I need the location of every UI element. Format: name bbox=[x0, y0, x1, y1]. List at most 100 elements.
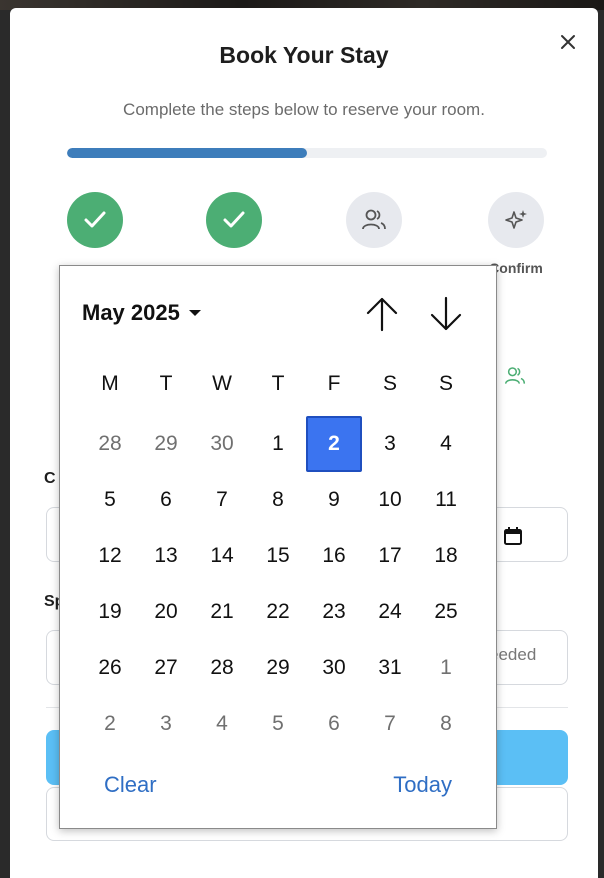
calendar-day[interactable]: 9 bbox=[306, 472, 362, 528]
calendar-day[interactable]: 4 bbox=[194, 696, 250, 752]
calendar-day[interactable]: 6 bbox=[138, 472, 194, 528]
calendar-day-number: 6 bbox=[160, 488, 172, 511]
calendar-day-number: 3 bbox=[160, 712, 172, 735]
calendar-day-number: 28 bbox=[210, 656, 234, 679]
month-year-selector[interactable]: May 2025 bbox=[82, 300, 202, 326]
calendar-day-selected[interactable]: 2 bbox=[306, 416, 362, 472]
calendar-day-number: 29 bbox=[266, 656, 290, 679]
calendar-day[interactable]: 19 bbox=[82, 584, 138, 640]
step-3-indicator[interactable] bbox=[346, 192, 402, 248]
calendar-day-number: 17 bbox=[378, 544, 402, 567]
calendar-day-number: 11 bbox=[435, 488, 457, 511]
weekday-label: W bbox=[212, 372, 232, 395]
calendar-day[interactable]: 30 bbox=[306, 640, 362, 696]
calendar-day[interactable]: 23 bbox=[306, 584, 362, 640]
calendar-day[interactable]: 1 bbox=[250, 416, 306, 472]
calendar-day-number: 2 bbox=[104, 712, 116, 735]
calendar-day[interactable]: 4 bbox=[418, 416, 474, 472]
calendar-day[interactable]: 29 bbox=[250, 640, 306, 696]
calendar-day-number: 18 bbox=[434, 544, 458, 567]
calendar-day[interactable]: 25 bbox=[418, 584, 474, 640]
calendar-day-number: 15 bbox=[266, 544, 290, 567]
calendar-day[interactable]: 15 bbox=[250, 528, 306, 584]
calendar-day-number: 9 bbox=[328, 488, 340, 511]
calendar-day-number: 27 bbox=[154, 656, 178, 679]
step-4-indicator[interactable] bbox=[488, 192, 544, 248]
weekday-label: T bbox=[159, 372, 173, 395]
weekday-label: T bbox=[271, 372, 285, 395]
calendar-day[interactable]: 26 bbox=[82, 640, 138, 696]
calendar-day[interactable]: 29 bbox=[138, 416, 194, 472]
calendar-day-number: 7 bbox=[216, 488, 228, 511]
calendar-day[interactable]: 14 bbox=[194, 528, 250, 584]
calendar-day[interactable]: 8 bbox=[250, 472, 306, 528]
calendar-day-number: 22 bbox=[266, 600, 290, 623]
calendar-day-number: 19 bbox=[98, 600, 122, 623]
step-2-indicator[interactable] bbox=[206, 192, 262, 248]
today-button[interactable]: Today bbox=[393, 772, 452, 798]
picker-footer: Clear Today bbox=[60, 772, 496, 802]
calendar-day[interactable]: 1 bbox=[418, 640, 474, 696]
calendar-day[interactable]: 11 bbox=[418, 472, 474, 528]
calendar-day-number: 31 bbox=[378, 656, 402, 679]
calendar-day-number: 13 bbox=[154, 544, 178, 567]
calendar-day[interactable]: 5 bbox=[250, 696, 306, 752]
calendar-day[interactable]: 21 bbox=[194, 584, 250, 640]
progress-bar-fill bbox=[67, 148, 307, 158]
calendar-day[interactable]: 24 bbox=[362, 584, 418, 640]
weekday-label: S bbox=[438, 372, 453, 395]
calendar-day[interactable]: 17 bbox=[362, 528, 418, 584]
calendar-day-number: 23 bbox=[322, 600, 346, 623]
check-icon bbox=[223, 211, 245, 228]
calendar-day[interactable]: 22 bbox=[250, 584, 306, 640]
calendar-day[interactable]: 7 bbox=[194, 472, 250, 528]
calendar-day[interactable]: 6 bbox=[306, 696, 362, 752]
progress-bar bbox=[67, 148, 547, 158]
caret-down-icon bbox=[188, 310, 201, 316]
calendar-day-number: 20 bbox=[154, 600, 178, 623]
calendar-icon[interactable] bbox=[503, 526, 523, 546]
calendar-day-number: 1 bbox=[272, 432, 284, 455]
calendar-day[interactable]: 28 bbox=[194, 640, 250, 696]
calendar-day[interactable]: 7 bbox=[362, 696, 418, 752]
next-month-button[interactable] bbox=[426, 294, 466, 339]
users-icon bbox=[362, 209, 386, 230]
calendar-day[interactable]: 16 bbox=[306, 528, 362, 584]
previous-month-button[interactable] bbox=[362, 294, 402, 339]
calendar-day[interactable]: 20 bbox=[138, 584, 194, 640]
calendar-day[interactable]: 3 bbox=[138, 696, 194, 752]
calendar-day-number: 26 bbox=[98, 656, 122, 679]
calendar-day-number: 14 bbox=[210, 544, 234, 567]
arrow-up-icon bbox=[366, 297, 398, 332]
calendar-day[interactable]: 2 bbox=[82, 696, 138, 752]
weekday-label: S bbox=[382, 372, 397, 395]
calendar-day[interactable]: 10 bbox=[362, 472, 418, 528]
calendar-day[interactable]: 8 bbox=[418, 696, 474, 752]
calendar-day-number: 25 bbox=[434, 600, 458, 623]
step-1-indicator[interactable] bbox=[67, 192, 123, 248]
calendar-day[interactable]: 12 bbox=[82, 528, 138, 584]
calendar-day-number: 21 bbox=[210, 600, 234, 623]
date-picker-popup: May 2025 MTWTFSS 28 29 30 1 2 3 4 5 6 7 8 9 10 11 12 13… bbox=[59, 265, 497, 829]
calendar-day[interactable]: 28 bbox=[82, 416, 138, 472]
clear-button[interactable]: Clear bbox=[104, 772, 157, 798]
calendar-day[interactable]: 27 bbox=[138, 640, 194, 696]
calendar-day[interactable]: 30 bbox=[194, 416, 250, 472]
calendar-day[interactable]: 5 bbox=[82, 472, 138, 528]
calendar-day-number: 1 bbox=[440, 656, 452, 679]
calendar-day[interactable]: 13 bbox=[138, 528, 194, 584]
calendar-day-number: 12 bbox=[98, 544, 122, 567]
modal-subtitle: Complete the steps below to reserve your… bbox=[123, 100, 485, 119]
calendar-day-number: 16 bbox=[322, 544, 346, 567]
calendar-grid: 28 29 30 1 2 3 4 5 6 7 8 9 10 11 12 13 14 15 16 17 18 19 20 21 2… bbox=[82, 416, 474, 752]
guests-icon bbox=[504, 365, 526, 392]
calendar-day-number: 8 bbox=[272, 488, 284, 511]
special-requests-placeholder: eeded bbox=[489, 645, 537, 664]
calendar-day-number: 29 bbox=[154, 432, 178, 455]
calendar-day[interactable]: 18 bbox=[418, 528, 474, 584]
month-year-label: May 2025 bbox=[82, 300, 180, 325]
calendar-day[interactable]: 31 bbox=[362, 640, 418, 696]
calendar-day[interactable]: 3 bbox=[362, 416, 418, 472]
weekday-label: F bbox=[327, 372, 341, 395]
calendar-day-number: 8 bbox=[440, 712, 452, 735]
